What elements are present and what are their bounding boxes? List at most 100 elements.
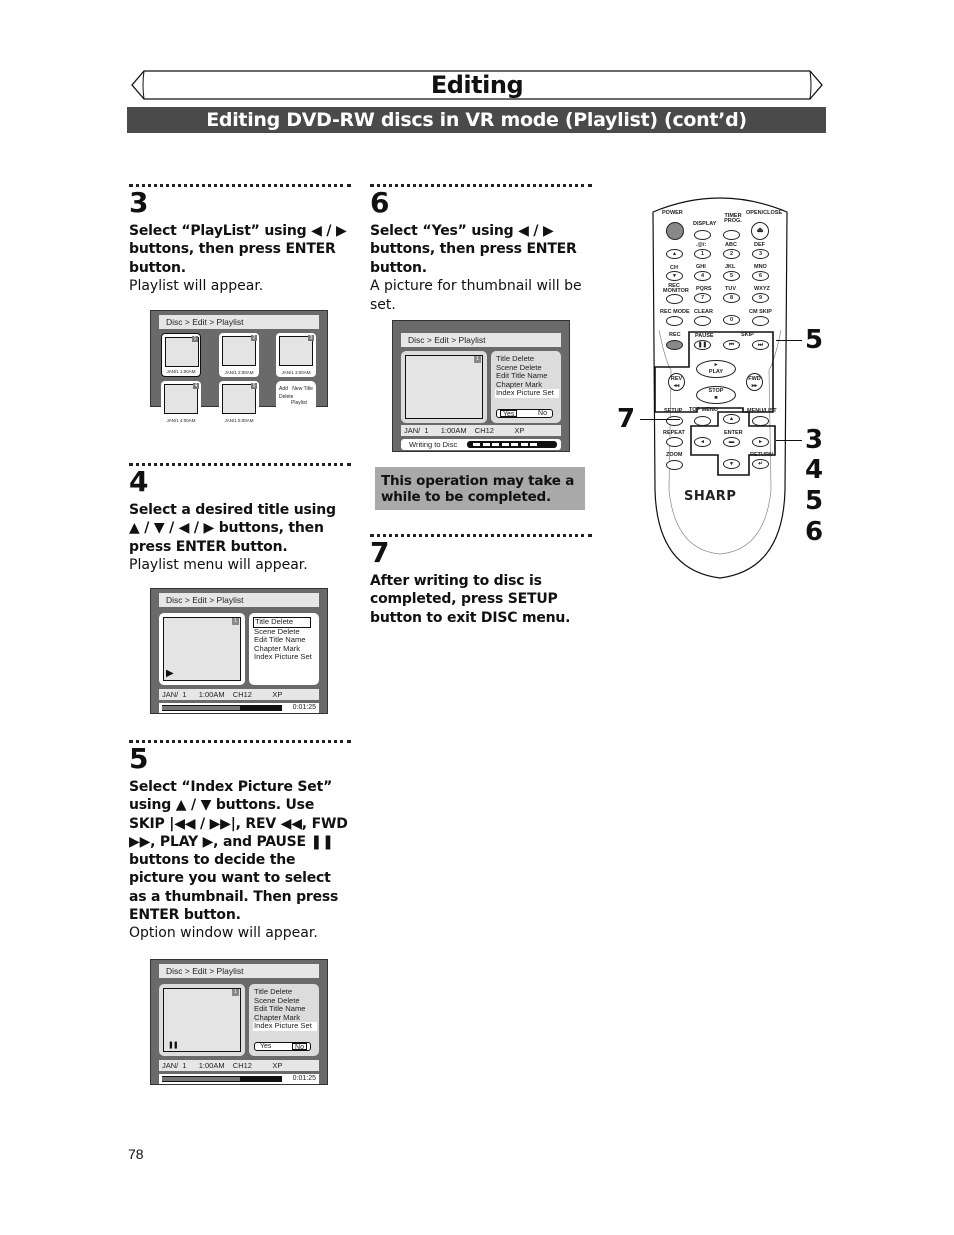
keypad-letters: JKL bbox=[725, 264, 736, 270]
progress-track bbox=[162, 1076, 282, 1082]
progress-fill bbox=[162, 1077, 240, 1081]
keypad-letters: MNO bbox=[754, 264, 767, 270]
page-subtitle: Editing DVD-RW discs in VR mode (Playlis… bbox=[127, 107, 826, 133]
keypad-letters: DEF bbox=[754, 242, 765, 248]
digit-1-button[interactable]: 1 bbox=[694, 249, 711, 259]
top-menu-label: TOP MENU bbox=[689, 407, 718, 413]
menu-item-title-delete[interactable]: Title Delete bbox=[253, 617, 311, 628]
cm-skip-button[interactable] bbox=[752, 316, 769, 326]
play-button[interactable]: ▸ PLAY bbox=[696, 360, 736, 378]
progress-track bbox=[162, 705, 282, 711]
keypad-letters: GHI bbox=[696, 264, 706, 270]
playlist-thumb[interactable]: 3 JAN/1 3:00AM bbox=[276, 333, 316, 377]
no-button[interactable]: No bbox=[292, 1043, 307, 1051]
fwd-label: FWD bbox=[748, 376, 761, 382]
digit-8-button[interactable]: 8 bbox=[723, 293, 740, 303]
digit-7-button[interactable]: 7 bbox=[694, 293, 711, 303]
callout-3: 3 bbox=[805, 425, 824, 455]
keypad-letters: PQRS bbox=[696, 286, 712, 292]
menu-item-index-picture-set[interactable]: Index Picture Set bbox=[495, 389, 559, 398]
right-arrow-button[interactable]: ▸ bbox=[752, 437, 769, 447]
playlist-label: Playlist bbox=[291, 400, 307, 406]
section-banner: Editing bbox=[130, 70, 824, 100]
playlist-thumb[interactable]: 5 JAN/1 5:00AM bbox=[219, 381, 259, 425]
ch-up-button[interactable]: ▴ bbox=[666, 249, 683, 259]
step-number: 4 bbox=[129, 465, 149, 498]
menu-item-index-picture-set[interactable]: Index Picture Set bbox=[253, 1022, 317, 1031]
keypad-letters: TUV bbox=[725, 286, 736, 292]
thumb-caption: JAN/1 2:00AM bbox=[224, 370, 254, 375]
digit-9-button[interactable]: 9 bbox=[752, 293, 769, 303]
menu-list-label: MENU/LIST bbox=[747, 408, 777, 414]
playlist-thumb[interactable]: 2 JAN/1 2:00AM bbox=[219, 333, 259, 377]
clear-button[interactable] bbox=[694, 316, 711, 326]
no-button[interactable]: No bbox=[536, 410, 549, 417]
pause-button[interactable]: ❚❚ bbox=[694, 340, 711, 350]
edit-menu: Title Delete Scene Delete Edit Title Nam… bbox=[249, 984, 319, 1056]
step-instruction: Select “Yes” using ◀ / ▶ buttons, then p… bbox=[370, 223, 577, 276]
edit-menu: Title Delete Scene Delete Edit Title Nam… bbox=[249, 613, 319, 685]
add-delete-box[interactable]: Add New Title Delete Playlist bbox=[276, 381, 316, 425]
zoom-button[interactable] bbox=[666, 460, 683, 470]
left-arrow-button[interactable]: ◂ bbox=[694, 437, 711, 447]
menu-list-button[interactable] bbox=[752, 416, 769, 426]
display-button[interactable] bbox=[694, 230, 711, 240]
digit-5-button[interactable]: 5 bbox=[723, 271, 740, 281]
writing-segment bbox=[473, 443, 480, 446]
up-arrow-button[interactable]: ▴ bbox=[723, 414, 740, 424]
writing-label: Writing to Disc bbox=[409, 440, 458, 449]
digit-4-button[interactable]: 4 bbox=[694, 271, 711, 281]
digit-0-button[interactable]: 0 bbox=[723, 315, 740, 325]
osd-option-window: Disc > Edit > Playlist 1 ❚❚ Title Delete… bbox=[150, 959, 328, 1085]
repeat-button[interactable] bbox=[666, 437, 683, 447]
rec-button[interactable] bbox=[666, 340, 683, 350]
fwd-button[interactable]: FWD ▸▸ bbox=[746, 373, 763, 391]
status-line: JAN/ 1 1:00AM CH12 XP bbox=[401, 425, 561, 436]
rec-mode-button[interactable] bbox=[666, 316, 683, 326]
playlist-thumb[interactable]: 4 JAN/1 4:00AM bbox=[161, 381, 201, 425]
rec-monitor-button[interactable] bbox=[666, 294, 683, 304]
yes-button[interactable]: Yes bbox=[500, 410, 518, 418]
open-close-button[interactable]: ⏏ bbox=[751, 222, 769, 240]
power-button[interactable] bbox=[666, 222, 684, 240]
elapsed-time: 0:01:25 bbox=[292, 1075, 316, 1082]
step-number: 3 bbox=[129, 186, 149, 219]
writing-segment bbox=[501, 443, 509, 446]
digit-2-button[interactable]: 2 bbox=[723, 249, 740, 259]
playlist-thumb[interactable]: 1 JAN/1 1:00AM bbox=[161, 333, 201, 377]
timer-prog-button[interactable] bbox=[723, 230, 740, 240]
thumb-caption: JAN/1 1:00AM bbox=[166, 369, 196, 374]
pause-icon: ❚❚ bbox=[168, 1041, 179, 1049]
menu-item-index-picture-set[interactable]: Index Picture Set bbox=[253, 653, 319, 662]
preview-panel: 1 bbox=[401, 351, 487, 423]
step-note: A picture for thumbnail will be set. bbox=[370, 277, 582, 313]
skip-back-button[interactable]: ⏮ bbox=[723, 340, 740, 350]
digit-3-button[interactable]: 3 bbox=[752, 249, 769, 259]
title-number: 1 bbox=[474, 356, 481, 363]
down-arrow-button[interactable]: ▾ bbox=[723, 459, 740, 469]
progress-fill bbox=[162, 706, 240, 710]
step-note: Playlist will appear. bbox=[129, 277, 264, 294]
step-5: 5 Select “Index Picture Set” using ▲ / ▼… bbox=[129, 740, 351, 943]
step-number: 5 bbox=[129, 742, 149, 775]
return-button[interactable]: ↵ bbox=[752, 459, 769, 469]
enter-button[interactable]: ▬ bbox=[723, 437, 740, 447]
status-line: JAN/ 1 1:00AM CH12 XP bbox=[159, 1060, 319, 1071]
stop-button[interactable]: STOP ■ bbox=[696, 386, 736, 404]
zoom-label: ZOOM bbox=[666, 452, 683, 458]
skip-forward-button[interactable]: ⏭ bbox=[752, 340, 769, 350]
rev-button[interactable]: REV ◂◂ bbox=[668, 373, 685, 391]
ch-down-button[interactable]: ▾ bbox=[666, 271, 683, 281]
dotted-divider bbox=[370, 534, 592, 537]
thumb-caption: JAN/1 5:00AM bbox=[224, 418, 254, 423]
osd-breadcrumb: Disc > Edit > Playlist bbox=[401, 333, 561, 347]
digit-6-button[interactable]: 6 bbox=[752, 271, 769, 281]
yes-button[interactable]: Yes bbox=[258, 1043, 273, 1050]
playback-progress: 0:01:25 bbox=[159, 703, 319, 713]
top-menu-button[interactable] bbox=[694, 416, 711, 426]
stop-label: STOP bbox=[708, 388, 724, 394]
dotted-divider bbox=[129, 184, 351, 187]
keypad-letters: ABC bbox=[725, 242, 737, 248]
setup-button[interactable] bbox=[666, 416, 683, 426]
title-number: 1 bbox=[232, 618, 239, 625]
